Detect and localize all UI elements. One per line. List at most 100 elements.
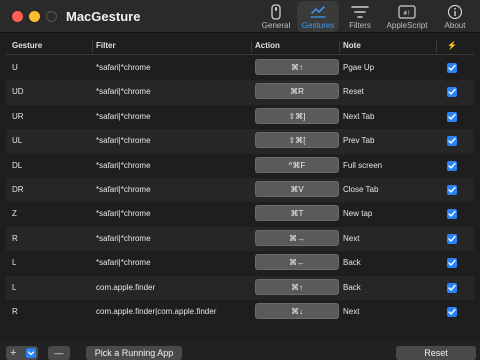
checkmark-icon	[448, 89, 456, 96]
add-rule-button[interactable]: +	[6, 346, 38, 360]
column-divider[interactable]	[436, 41, 437, 52]
note-cell[interactable]: Back	[343, 283, 361, 292]
note-cell[interactable]: Back	[343, 258, 361, 267]
checkmark-icon	[448, 64, 456, 71]
action-shortcut-button[interactable]: ⇧⌘]	[255, 107, 339, 124]
checkmark-icon	[448, 186, 456, 193]
enabled-checkbox[interactable]	[447, 87, 457, 98]
enabled-checkbox[interactable]	[447, 258, 457, 269]
table-row[interactable]: L com.apple.finder ⌘↑ Back	[6, 275, 474, 300]
add-options-dropdown[interactable]	[26, 348, 36, 358]
filter-cell[interactable]: *safari|*chrome	[96, 87, 151, 96]
gestures-table: Gesture Filter Action Note ⚡ U *safari|*…	[6, 38, 474, 342]
table-row[interactable]: L *safari|*chrome ⌘← Back	[6, 251, 474, 275]
enabled-checkbox[interactable]	[447, 233, 457, 244]
filter-cell[interactable]: com.apple.finder	[96, 283, 155, 292]
table-row[interactable]: UR *safari|*chrome ⇧⌘] Next Tab	[6, 105, 474, 129]
filter-cell[interactable]: *safari|*chrome	[96, 185, 151, 194]
table-row[interactable]: R com.apple.finder|com.apple.finder ⌘↓ N…	[6, 300, 474, 324]
action-shortcut-button[interactable]: ⌘↓	[255, 303, 339, 319]
action-shortcut-button[interactable]: ⌘V	[255, 181, 339, 197]
enabled-checkbox[interactable]	[447, 282, 457, 293]
table-row[interactable]: UL *safari|*chrome ⇧⌘[ Prev Tab	[6, 129, 474, 154]
bottom-toolbar: + — Pick a Running App Reset	[0, 342, 480, 360]
tab-about-label: About	[444, 21, 466, 30]
action-shortcut-button[interactable]: ^⌘F	[255, 156, 339, 173]
tab-about[interactable]: About	[437, 1, 473, 32]
filter-cell[interactable]: *safari|*chrome	[96, 112, 151, 121]
action-shortcut-button[interactable]: ⇧⌘[	[255, 132, 339, 149]
gesture-cell: UD	[12, 87, 24, 97]
tab-general[interactable]: General	[255, 1, 297, 32]
enabled-checkbox[interactable]	[447, 63, 457, 73]
title-bar: MacGesture General Gestures Filters #! A…	[0, 0, 480, 33]
zoom-window-button[interactable]	[46, 11, 57, 22]
filter-cell[interactable]: *safari|*chrome	[96, 258, 151, 267]
add-label: +	[10, 347, 17, 359]
gesture-cell: L	[12, 258, 17, 268]
reset-button[interactable]: Reset	[396, 346, 476, 360]
note-cell[interactable]: Reset	[343, 87, 364, 96]
filter-cell[interactable]: *safari|*chrome	[96, 136, 151, 145]
table-row[interactable]: U *safari|*chrome ⌘↑ Pgae Up	[6, 56, 474, 80]
table-row[interactable]: R *safari|*chrome ⌘→ Next	[6, 226, 474, 252]
table-header: Gesture Filter Action Note ⚡	[6, 38, 474, 55]
remove-rule-button[interactable]: —	[48, 346, 70, 360]
filter-cell[interactable]: *safari|*chrome	[96, 161, 151, 170]
gesture-cell: DL	[12, 160, 23, 170]
column-divider[interactable]	[251, 41, 252, 52]
note-cell[interactable]: Next Tab	[343, 112, 374, 121]
column-header-note[interactable]: Note	[343, 41, 361, 50]
column-divider[interactable]	[339, 41, 340, 52]
note-cell[interactable]: New tap	[343, 209, 372, 218]
note-cell[interactable]: Full screen	[343, 161, 382, 170]
note-cell[interactable]: Pgae Up	[343, 63, 374, 72]
note-cell[interactable]: Next	[343, 234, 359, 243]
app-title: MacGesture	[66, 9, 141, 24]
action-shortcut-button[interactable]: ⌘R	[255, 83, 339, 100]
column-header-enabled[interactable]: ⚡	[447, 41, 457, 50]
enabled-checkbox[interactable]	[447, 160, 457, 171]
action-shortcut-button[interactable]: ⌘←	[255, 254, 339, 271]
column-divider[interactable]	[92, 41, 93, 52]
gesture-cell: L	[12, 282, 17, 292]
svg-text:#!: #!	[403, 10, 410, 17]
action-shortcut-button[interactable]: ⌘T	[255, 205, 339, 222]
column-header-action[interactable]: Action	[255, 41, 280, 50]
tab-filters[interactable]: Filters	[341, 1, 379, 32]
action-shortcut-button[interactable]: ⌘→	[255, 229, 339, 246]
applescript-icon: #!	[398, 5, 416, 19]
table-row[interactable]: DL *safari|*chrome ^⌘F Full screen	[6, 154, 474, 178]
tab-applescript[interactable]: #! AppleScript	[379, 1, 435, 32]
column-header-filter[interactable]: Filter	[96, 41, 116, 50]
gesture-cell: R	[12, 307, 18, 316]
tab-applescript-label: AppleScript	[386, 21, 428, 30]
filter-cell[interactable]: *safari|*chrome	[96, 234, 151, 243]
minimize-window-button[interactable]	[29, 11, 40, 22]
table-row[interactable]: Z *safari|*chrome ⌘T New tap	[6, 202, 474, 226]
pick-running-app-button[interactable]: Pick a Running App	[86, 346, 182, 360]
close-window-button[interactable]	[12, 11, 23, 22]
filter-cell[interactable]: *safari|*chrome	[96, 209, 151, 218]
checkmark-icon	[448, 235, 456, 242]
enabled-checkbox[interactable]	[447, 136, 457, 147]
action-shortcut-button[interactable]: ⌘↑	[255, 59, 339, 75]
enabled-checkbox[interactable]	[447, 185, 457, 195]
note-cell[interactable]: Prev Tab	[343, 136, 374, 145]
column-header-gesture[interactable]: Gesture	[12, 41, 42, 50]
checkmark-icon	[448, 113, 456, 120]
note-cell[interactable]: Next	[343, 307, 359, 316]
filter-cell[interactable]: com.apple.finder|com.apple.finder	[96, 307, 216, 316]
enabled-checkbox[interactable]	[447, 209, 457, 220]
gesture-cell: R	[12, 233, 18, 243]
checkmark-icon	[448, 259, 456, 266]
tab-gestures[interactable]: Gestures	[297, 1, 339, 32]
gestures-icon	[310, 6, 326, 18]
note-cell[interactable]: Close Tab	[343, 185, 378, 194]
table-row[interactable]: UD *safari|*chrome ⌘R Reset	[6, 80, 474, 105]
table-row[interactable]: DR *safari|*chrome ⌘V Close Tab	[6, 178, 474, 203]
enabled-checkbox[interactable]	[447, 307, 457, 317]
action-shortcut-button[interactable]: ⌘↑	[255, 278, 339, 295]
enabled-checkbox[interactable]	[447, 111, 457, 122]
filter-cell[interactable]: *safari|*chrome	[96, 63, 151, 72]
